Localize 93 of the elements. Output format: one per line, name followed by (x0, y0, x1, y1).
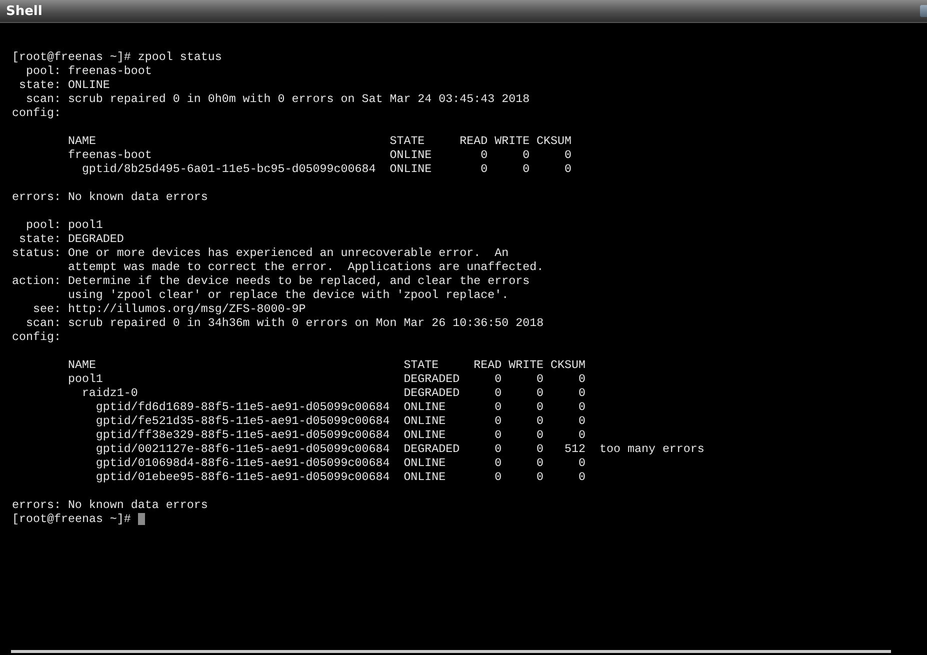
field-label: action: (12, 274, 61, 288)
table-cell-text: 0 (494, 386, 502, 400)
table-cell: DEGRADED (404, 386, 460, 400)
field-value: Determine if the device needs to be replaced, and clear the errors (68, 274, 530, 288)
table-cell-text: 0 (578, 414, 586, 428)
horizontal-scrollbar[interactable] (11, 650, 891, 653)
table-cell-text: 0 (494, 428, 502, 442)
table-cell-text: 0 (494, 456, 502, 470)
table-cell-text: 0 (494, 442, 502, 456)
table-cell: gptid/ff38e329-88f5-11e5-ae91-d05099c00684 (96, 428, 390, 442)
column-header: READ (472, 358, 502, 372)
table-cell-text: 0 (564, 162, 572, 176)
table-cell-text: ONLINE (404, 456, 447, 470)
field-value: scrub repaired 0 in 0h0m with 0 errors on Sat Mar 24 03:45:43 2018 (68, 92, 530, 106)
table-cell-text: ONLINE (390, 162, 433, 176)
table-cell-text: ONLINE (404, 428, 447, 442)
table-cell: DEGRADED (404, 442, 460, 456)
table-cell-text: 0 (536, 470, 544, 484)
column-header: WRITE (508, 358, 544, 372)
field-label: scan: (24, 316, 61, 330)
field-label: state: (18, 232, 61, 246)
field-value: No known data errors (68, 190, 208, 204)
field-label: config: (12, 330, 61, 344)
table-cell: gptid/8b25d495-6a01-11e5-bc95-d05099c00684 (82, 162, 376, 176)
field-value: freenas-boot (68, 64, 152, 78)
field-value: attempt was made to correct the error. Applications are unaffected. (68, 260, 544, 274)
field-label: errors: (12, 190, 61, 204)
table-cell-text: 0 (536, 400, 544, 414)
field-value: scrub repaired 0 in 34h36m with 0 errors on Mon Mar 26 10:36:50 2018 (68, 316, 544, 330)
field-value: using 'zpool clear' or replace the device with 'zpool replace'. (68, 288, 510, 302)
prompt: [root@freenas ~]# (12, 50, 131, 64)
table-cell-text: 0 (522, 162, 530, 176)
table-cell-text: 0 (494, 414, 502, 428)
table-cell: gptid/010698d4-88f6-11e5-ae91-d05099c00684 (96, 456, 390, 470)
field-value: pool1 (68, 218, 103, 232)
column-header: NAME (68, 134, 97, 148)
table-cell: gptid/fe521d35-88f5-11e5-ae91-d05099c00684 (96, 414, 390, 428)
table-cell-text: 0 (536, 372, 544, 386)
table-cell: DEGRADED (404, 372, 460, 386)
field-label: errors: (12, 498, 61, 512)
field-label: status: (12, 246, 61, 260)
table-cell-text: raidz1-0 (82, 386, 139, 400)
table-cell-text: ONLINE (404, 414, 447, 428)
field-label: pool: (24, 218, 61, 232)
table-cell-text: 0 (578, 470, 586, 484)
table-cell-text: 0 (578, 428, 586, 442)
column-header: WRITE (494, 134, 530, 148)
field-value: One or more devices has experienced an unrecoverable error. An (68, 246, 510, 260)
table-cell-text: 0 (480, 162, 488, 176)
field-value: ONLINE (68, 78, 110, 92)
table-cell-text: pool1 (68, 372, 104, 386)
column-header: READ (458, 134, 488, 148)
table-cell-text: 0 (564, 148, 572, 162)
field-label: config: (12, 106, 61, 120)
field-label: pool: (24, 64, 61, 78)
table-cell-text: ONLINE (390, 148, 433, 162)
column-header: CKSUM (550, 358, 586, 372)
table-cell-text: 0 (536, 428, 544, 442)
table-cell-text: 0 (536, 456, 544, 470)
table-cell: gptid/01ebee95-88f6-11e5-ae91-d05099c00684 (96, 470, 390, 484)
field-value: DEGRADED (68, 232, 124, 246)
table-cell-text: 0 (578, 386, 586, 400)
column-header: STATE (404, 358, 440, 372)
prompt: [root@freenas ~]# (12, 512, 131, 526)
table-cell-text: 0 (536, 414, 544, 428)
table-cell-text: 0 (578, 456, 586, 470)
field-label: see: (32, 302, 61, 316)
column-header: NAME (68, 358, 97, 372)
table-cell-text: 0 (480, 148, 488, 162)
table-cell: gptid/0021127e-88f6-11e5-ae91-d05099c00684 (96, 442, 390, 456)
field-value: http://illumos.org/msg/ZFS-8000-9P (68, 302, 306, 316)
window-title: Shell (6, 4, 42, 18)
table-cell-text: 0 (494, 372, 502, 386)
table-cell-text: 0 (536, 386, 544, 400)
field-label: state: (18, 78, 61, 92)
table-cell-text: 0 (494, 400, 502, 414)
field-value: No known data errors (68, 498, 208, 512)
cursor (138, 513, 145, 525)
table-cell-text: ONLINE (404, 470, 447, 484)
table-cell-text: 0 (578, 400, 586, 414)
field-label: scan: (24, 92, 61, 106)
table-cell-text: ONLINE (404, 400, 447, 414)
table-cell-text: 0 (494, 470, 502, 484)
table-cell: gptid/fd6d1689-88f5-11e5-ae91-d05099c00684 (96, 400, 390, 414)
column-header: CKSUM (536, 134, 572, 148)
table-cell-text: freenas-boot (68, 148, 153, 162)
table-cell-text: 512 (564, 442, 586, 456)
column-header: STATE (390, 134, 426, 148)
table-cell-text: 0 (578, 372, 586, 386)
table-cell-text: 0 (536, 442, 544, 456)
table-cell: too many errors (599, 442, 704, 456)
table-cell-text: 0 (522, 148, 530, 162)
command-text: zpool status (138, 50, 222, 64)
